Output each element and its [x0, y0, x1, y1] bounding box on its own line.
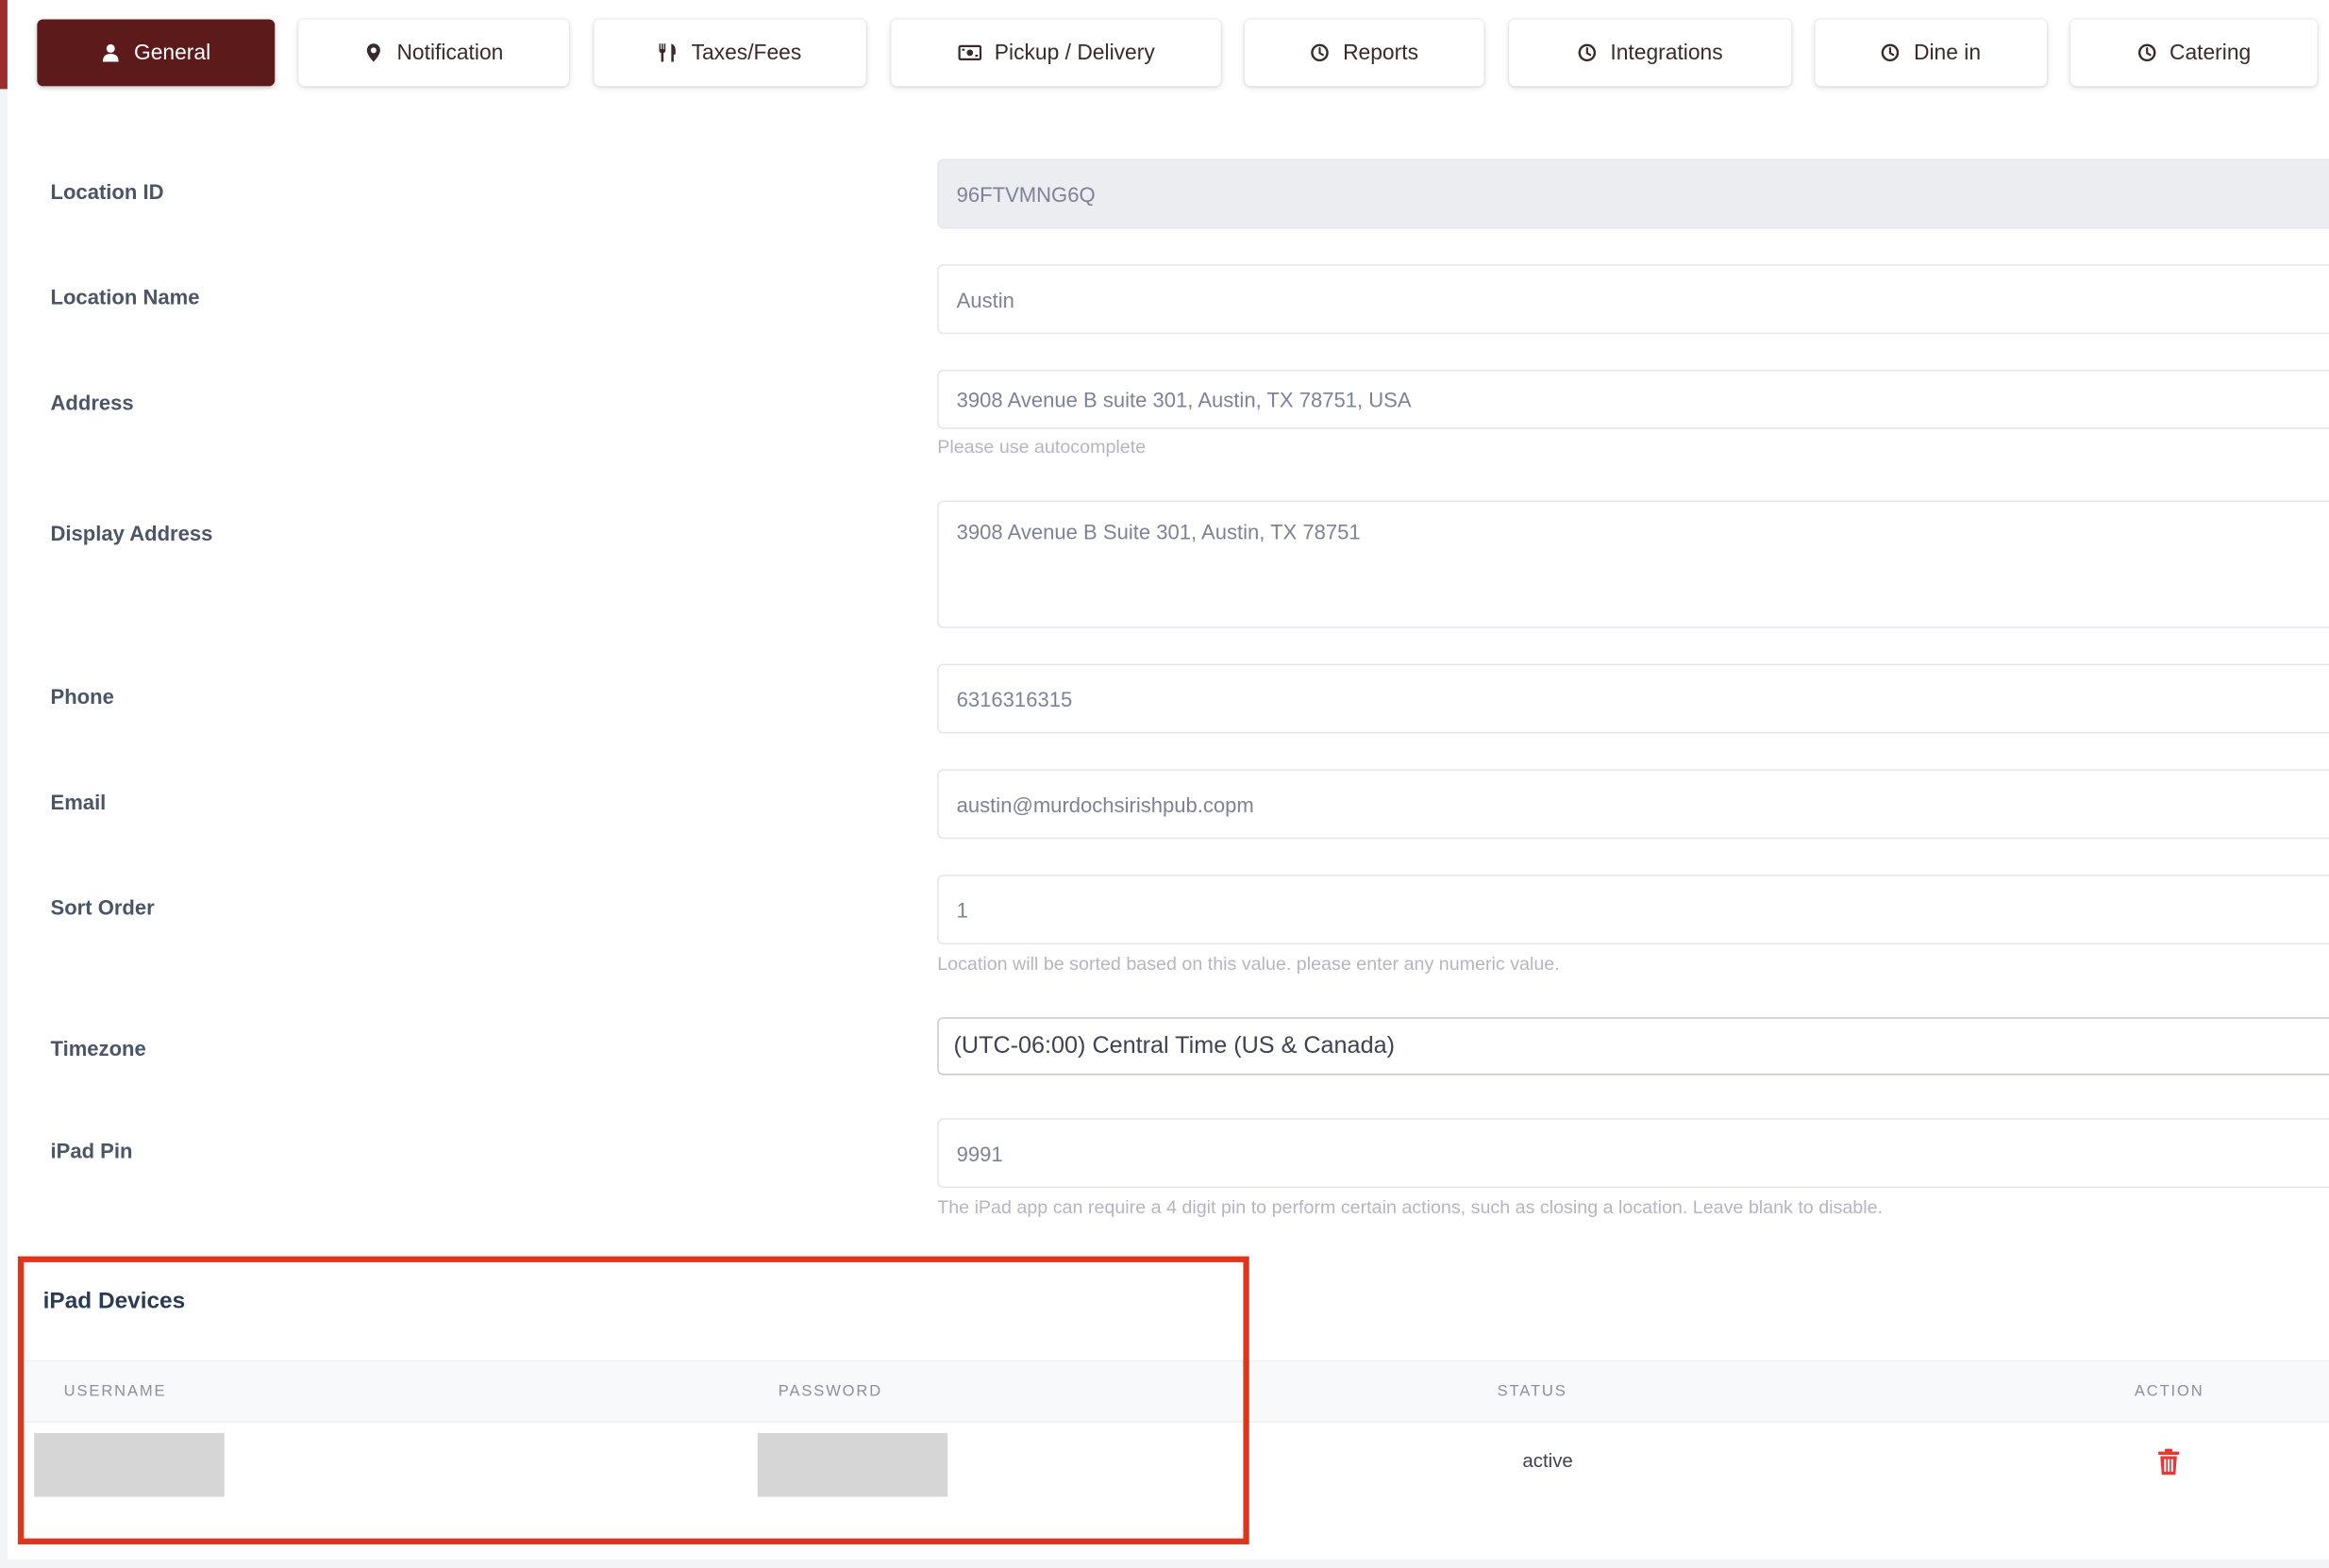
location-id-input: 96FTVMNG6Q — [937, 158, 2329, 229]
tab-pickup-delivery[interactable]: Pickup / Delivery — [891, 19, 1221, 87]
location-id-value: 96FTVMNG6Q — [956, 181, 1096, 206]
display-address-value: 3908 Avenue B Suite 301, Austin, TX 7875… — [956, 519, 1361, 544]
map-pin-icon — [364, 43, 383, 62]
highlight-box — [17, 1256, 1249, 1544]
tab-label: Catering — [2169, 41, 2252, 65]
ipad-pin-label: iPad Pin — [50, 1139, 133, 1163]
sort-order-value: 1 — [956, 897, 968, 922]
column-header-action: ACTION — [2134, 1382, 2204, 1401]
tab-label: Taxes/Fees — [691, 41, 802, 65]
sort-order-input[interactable]: 1 — [937, 875, 2329, 945]
address-input[interactable]: 3908 Avenue B suite 301, Austin, TX 7875… — [937, 369, 2329, 429]
email-input[interactable]: austin@murdochsirishpub.copm — [937, 769, 2329, 840]
tab-general[interactable]: General — [37, 19, 276, 87]
phone-label: Phone — [50, 684, 114, 709]
ipad-pin-hint: The iPad app can require a 4 digit pin t… — [937, 1196, 1884, 1218]
location-name-input[interactable]: Austin — [937, 264, 2329, 335]
email-label: Email — [50, 790, 107, 814]
ipad-pin-value: 9991 — [956, 1141, 1003, 1165]
email-value: austin@murdochsirishpub.copm — [956, 792, 1254, 816]
money-bill-icon — [957, 43, 981, 62]
location-name-label: Location Name — [50, 285, 200, 309]
phone-input[interactable]: 6316316315 — [937, 663, 2329, 734]
tab-label: Notification — [396, 41, 504, 65]
location-id-label: Location ID — [50, 179, 164, 204]
tab-label: Dine in — [1913, 41, 1982, 65]
address-value: 3908 Avenue B suite 301, Austin, TX 7875… — [956, 387, 1412, 411]
display-address-textarea[interactable]: 3908 Avenue B Suite 301, Austin, TX 7875… — [937, 500, 2329, 628]
ipad-pin-input[interactable]: 9991 — [937, 1118, 2329, 1189]
left-accent-bar — [0, 0, 8, 90]
tab-label: Integrations — [1610, 41, 1723, 65]
location-name-value: Austin — [956, 287, 1014, 311]
utensils-icon — [659, 43, 678, 62]
column-header-status: STATUS — [1497, 1382, 1567, 1401]
bottom-strip — [0, 1559, 2329, 1568]
address-label: Address — [50, 390, 134, 415]
tab-catering[interactable]: Catering — [2070, 19, 2318, 87]
page-edge — [0, 89, 8, 1568]
sort-order-label: Sort Order — [50, 895, 155, 920]
tab-taxes-fees[interactable]: Taxes/Fees — [594, 19, 866, 87]
tab-label: Pickup / Delivery — [994, 41, 1155, 65]
tab-dine-in[interactable]: Dine in — [1815, 19, 2047, 87]
device-status: active — [1522, 1449, 1573, 1472]
display-address-label: Display Address — [50, 521, 213, 545]
phone-value: 6316316315 — [956, 686, 1073, 711]
tab-integrations[interactable]: Integrations — [1509, 19, 1792, 87]
clock-icon — [2136, 43, 2155, 62]
timezone-label: Timezone — [50, 1036, 146, 1060]
tab-reports[interactable]: Reports — [1245, 19, 1484, 87]
clock-icon — [1881, 43, 1900, 62]
address-hint: Please use autocomplete — [937, 436, 1147, 458]
timezone-select[interactable]: (UTC-06:00) Central Time (US & Canada) — [937, 1017, 2329, 1076]
user-icon — [101, 43, 120, 62]
clock-icon — [1310, 43, 1329, 62]
trash-icon[interactable] — [2155, 1448, 2182, 1476]
sort-order-hint: Location will be sorted based on this va… — [937, 953, 1560, 975]
settings-page: General Notification Taxes/Fees Pickup /… — [0, 0, 2329, 1568]
tab-notification[interactable]: Notification — [298, 19, 569, 87]
timezone-selected-value: (UTC-06:00) Central Time (US & Canada) — [953, 1032, 1395, 1059]
tab-label: Reports — [1343, 41, 1418, 65]
clock-icon — [1578, 43, 1597, 62]
tab-label: General — [133, 41, 211, 65]
